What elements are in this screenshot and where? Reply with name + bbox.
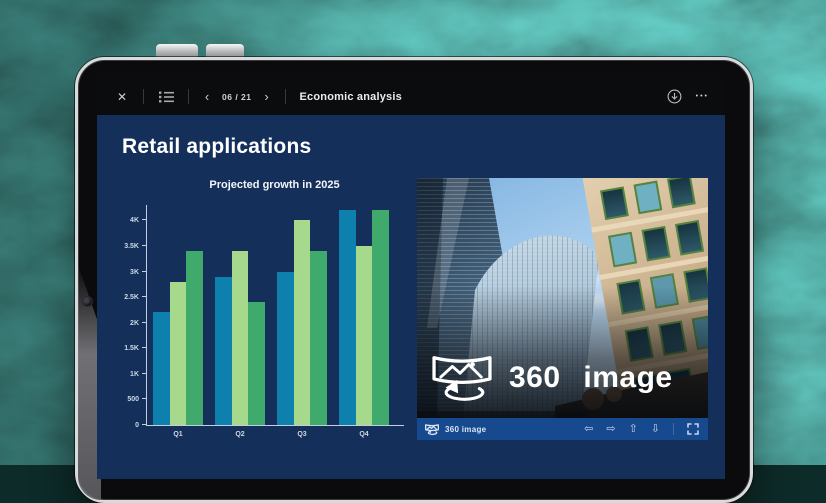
pan-up-button[interactable]: ⇧ xyxy=(629,423,638,435)
toolbar-divider xyxy=(188,89,189,104)
y-axis-label: 500 xyxy=(127,396,139,404)
bar-q1-series-2 xyxy=(169,282,187,425)
bar-q4-series-3 xyxy=(372,210,389,425)
slide-canvas: Retail applications Projected growth in … xyxy=(97,115,725,479)
x-axis-label: Q4 xyxy=(359,431,369,438)
image-panel-toolbar: 360 image ⇦ ⇨ ⇧ ⇩ xyxy=(417,418,708,440)
fullscreen-icon xyxy=(687,423,699,435)
y-axis-tick xyxy=(142,372,146,374)
more-options-button[interactable]: ••• xyxy=(696,93,709,100)
y-axis-label: 0 xyxy=(135,422,139,429)
y-axis-label: 1.5K xyxy=(124,345,139,353)
bar-group-q4 xyxy=(339,210,389,425)
bar-group-q3 xyxy=(277,220,327,425)
tablet-frame: ✕ ‹ 06 / 21 › Economic analysis ••• Reta… xyxy=(75,57,753,503)
bar-group-q1 xyxy=(153,251,203,425)
photo-360-overlay: 360 image xyxy=(417,338,708,418)
y-axis-label: 2.5K xyxy=(124,294,139,302)
y-axis-label: 4K xyxy=(130,217,139,225)
y-axis-tick xyxy=(142,398,146,400)
city-photo[interactable]: 360 image xyxy=(417,178,708,418)
y-axis-tick xyxy=(142,219,146,221)
download-icon xyxy=(667,89,682,104)
slide-list-button[interactable] xyxy=(154,91,178,103)
download-button[interactable] xyxy=(667,89,682,104)
y-axis-label: 2K xyxy=(130,319,139,327)
toolbar-divider xyxy=(284,89,286,104)
slide-heading: Retail applications xyxy=(122,135,312,158)
front-camera xyxy=(82,296,93,307)
chart-title: Projected growth in 2025 xyxy=(209,179,340,191)
x-axis-label: Q3 xyxy=(297,431,307,438)
photo-360-label: 360 image xyxy=(509,361,673,394)
bar-q1-series-3 xyxy=(186,251,203,425)
bar-q2-series-1 xyxy=(215,277,232,425)
bar-q2-series-3 xyxy=(248,302,265,425)
y-axis-tick xyxy=(142,296,146,298)
chart-plot: 0 500 1K 1.5K 2K 2.5K 3K 3.5K 4K Q1 Q2 Q3 Q4 xyxy=(124,205,404,438)
previous-slide-button[interactable]: ‹ xyxy=(201,90,213,103)
bar-q3-series-2 xyxy=(293,220,311,425)
image-panel: 360 image 360 image ⇦ ⇨ ⇧ ⇩ xyxy=(417,178,708,440)
panel-toolbar-divider xyxy=(673,423,674,435)
y-axis-tick xyxy=(142,244,146,246)
x-axis-label: Q1 xyxy=(173,431,183,438)
bar-q3-series-3 xyxy=(310,251,327,425)
bar-q4-series-1 xyxy=(339,210,356,425)
pan-right-button[interactable]: ⇨ xyxy=(606,423,615,435)
image-panel-label: 360 image xyxy=(445,424,487,434)
bar-group-q2 xyxy=(215,251,265,425)
y-axis-tick xyxy=(142,424,146,425)
y-axis-tick xyxy=(142,270,146,272)
y-axis-tick xyxy=(142,321,146,323)
next-slide-button[interactable]: › xyxy=(261,90,273,103)
toolbar-divider xyxy=(143,89,144,104)
close-button[interactable]: ✕ xyxy=(111,90,133,104)
y-axis-label: 3K xyxy=(130,268,139,276)
bar-q1-series-1 xyxy=(153,312,170,425)
y-axis-tick xyxy=(142,347,146,349)
slide-navigation: ‹ 06 / 21 › xyxy=(201,90,273,103)
bar-q4-series-2 xyxy=(355,246,373,425)
360-image-icon xyxy=(432,356,492,401)
page-indicator: 06 / 21 xyxy=(222,91,252,102)
y-axis-label: 3.5K xyxy=(124,242,139,250)
fullscreen-button[interactable] xyxy=(687,423,699,435)
x-axis-label: Q2 xyxy=(235,431,245,438)
presentation-title: Economic analysis xyxy=(299,90,402,103)
pan-left-button[interactable]: ⇦ xyxy=(584,423,593,435)
tablet-screen: ✕ ‹ 06 / 21 › Economic analysis ••• Reta… xyxy=(97,78,725,479)
360-image-small-icon xyxy=(425,423,439,435)
presentation-toolbar: ✕ ‹ 06 / 21 › Economic analysis ••• xyxy=(97,78,725,115)
y-axis-label: 1K xyxy=(130,370,139,378)
bar-q2-series-2 xyxy=(231,251,249,425)
list-icon xyxy=(158,91,174,102)
pan-down-button[interactable]: ⇩ xyxy=(651,423,660,435)
bar-q3-series-1 xyxy=(277,272,294,425)
